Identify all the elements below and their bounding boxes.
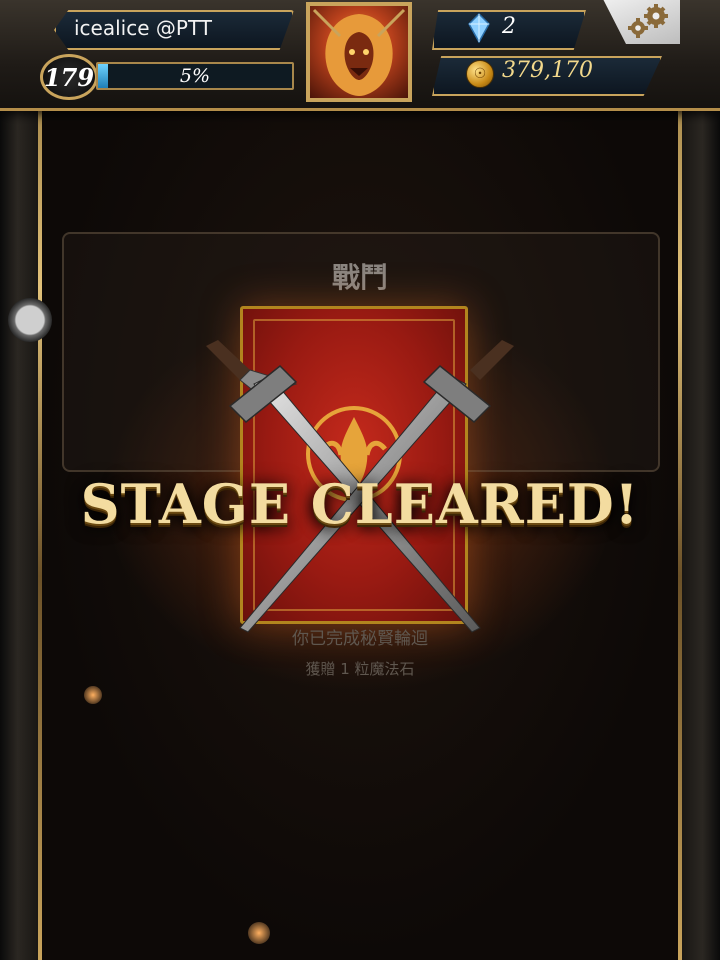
result-message: 你已完成秘賢輪迴 — [292, 629, 428, 649]
panel-title: 戰鬥 — [331, 261, 388, 294]
coin-icon: ☉ — [466, 60, 494, 88]
player-level-badge: 179 — [40, 54, 98, 100]
xp-progress-bar: 5% — [96, 62, 294, 90]
reward-message: 獲贈 1 粒魔法石 — [305, 660, 415, 678]
assistive-touch-button[interactable] — [8, 298, 52, 342]
gold-count: 379,170 — [502, 58, 593, 83]
ember-particle — [84, 686, 102, 704]
gear-icon — [628, 4, 668, 38]
gem-icon — [468, 12, 490, 47]
lion-warrior-icon — [312, 8, 406, 96]
hero-portrait[interactable] — [306, 2, 412, 102]
stage-cleared-banner: STAGE CLEARED! — [80, 472, 640, 536]
gem-count: 2 — [502, 14, 516, 39]
xp-percent-text: 5% — [179, 65, 211, 87]
player-name: icealice @PTT — [74, 16, 213, 40]
ember-particle — [248, 922, 270, 944]
